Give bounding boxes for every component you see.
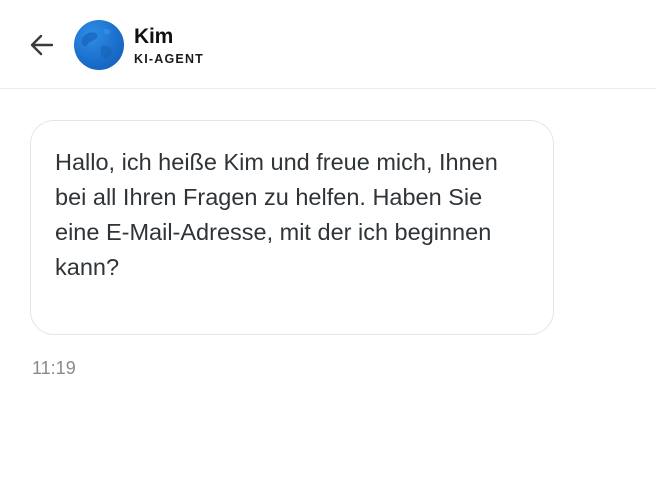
agent-name: Kim xyxy=(134,25,174,48)
chat-header: Kim KI-AGENT xyxy=(0,0,656,89)
message-timestamp: 11:19 xyxy=(32,358,76,378)
agent-avatar xyxy=(74,20,124,70)
back-button[interactable] xyxy=(26,30,58,60)
arrow-left-icon xyxy=(30,34,54,56)
globe-avatar-icon xyxy=(81,28,112,59)
agent-role-label: KI-AGENT xyxy=(134,52,205,66)
message-text: Hallo, ich heiße Kim und freue mich, Ihn… xyxy=(55,149,498,280)
message-bubble: Hallo, ich heiße Kim und freue mich, Ihn… xyxy=(30,120,554,335)
